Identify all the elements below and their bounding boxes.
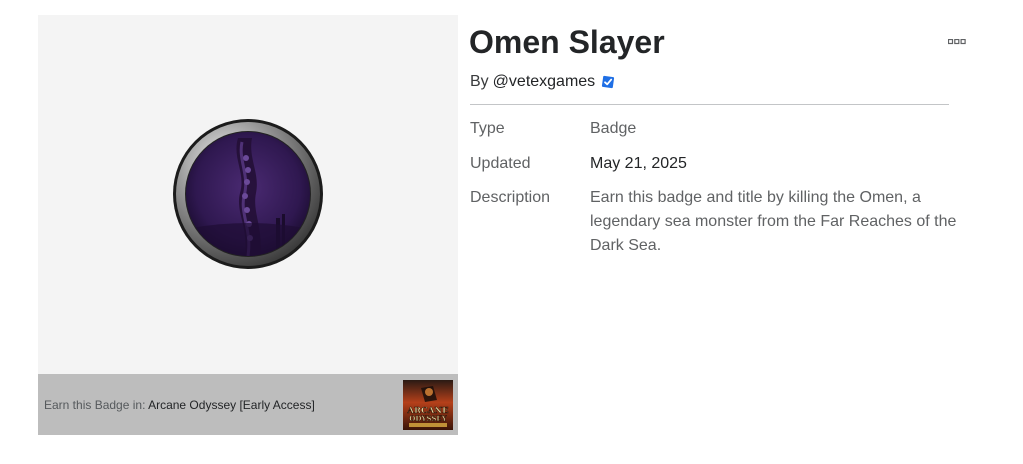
creator-link[interactable]: @vetexgames [493, 71, 596, 93]
earn-in-game-bar: Earn this Badge in: Arcane Odyssey [Earl… [38, 374, 458, 435]
badge-thumbnail-panel: Earn this Badge in: Arcane Odyssey [Earl… [38, 15, 458, 435]
type-value: Badge [590, 120, 637, 137]
earn-in-game-text: Earn this Badge in: Arcane Odyssey [Earl… [44, 398, 315, 412]
updated-value: May 21, 2025 [590, 155, 687, 172]
verified-badge-icon [602, 75, 615, 89]
game-thumbnail[interactable]: ARCANE ODYSSEY [403, 379, 453, 430]
creator-prefix: By [470, 73, 489, 90]
title-divider [470, 104, 949, 105]
description-value: Earn this badge and title by killing the… [590, 189, 957, 254]
game-thumb-title-2: ODYSSEY [409, 414, 447, 423]
creator-line: By @vetexgames [470, 71, 616, 93]
game-link[interactable]: Arcane Odyssey [Early Access] [148, 398, 315, 412]
more-options-button[interactable] [944, 34, 970, 50]
badge-image [172, 118, 324, 270]
description-label: Description [470, 189, 551, 206]
updated-label: Updated [470, 155, 531, 172]
badge-title: Omen Slayer [469, 24, 665, 60]
type-label: Type [470, 120, 505, 137]
more-options-icon [948, 39, 966, 45]
earn-prefix-label: Earn this Badge in: [44, 397, 146, 412]
